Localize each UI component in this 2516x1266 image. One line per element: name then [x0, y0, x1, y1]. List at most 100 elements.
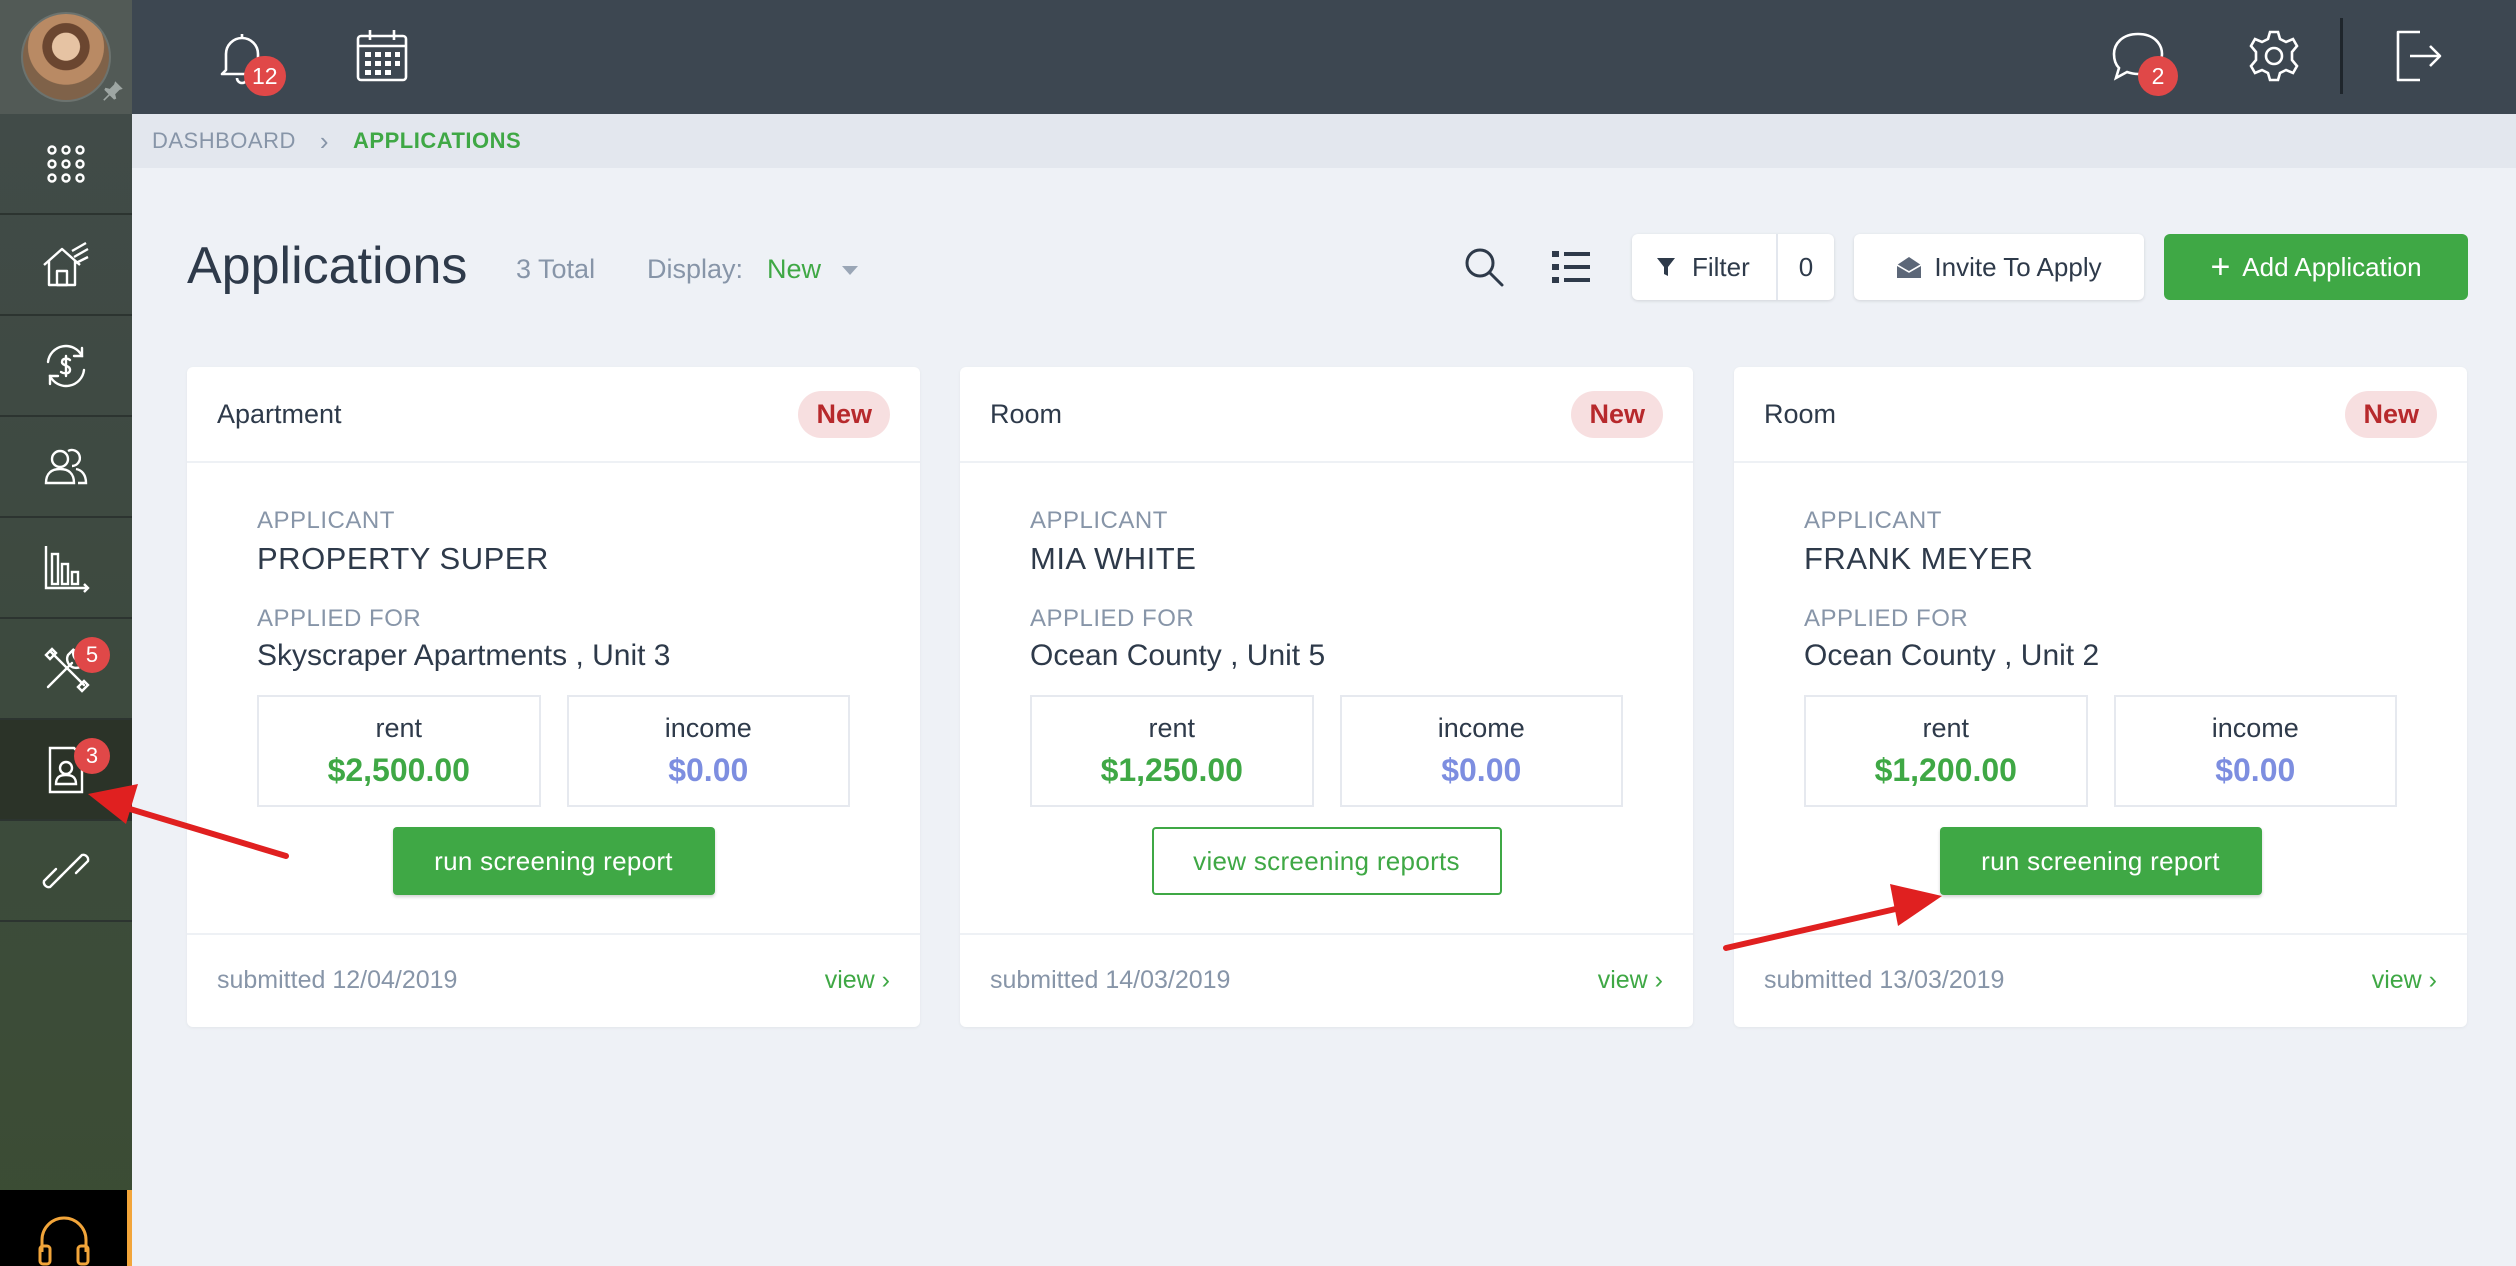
rent-label: rent — [375, 713, 423, 743]
add-application-label: Add Application — [2242, 251, 2422, 282]
view-screening-reports-button[interactable]: view screening reports — [1151, 827, 1502, 895]
sidebar-item-people[interactable] — [0, 417, 132, 518]
rent-value: $2,500.00 — [327, 752, 470, 788]
chevron-right-icon: › — [319, 125, 330, 156]
applied-for-label: APPLIED FOR — [257, 605, 422, 632]
sidebar-item-payments[interactable] — [0, 316, 132, 417]
status-badge: New — [1571, 390, 1663, 438]
sidebar-item-maintenance[interactable]: 5 — [0, 619, 132, 720]
notifications-badge: 12 — [244, 56, 286, 96]
sidebar-item-properties[interactable] — [0, 215, 132, 316]
submitted-date: submitted 13/03/2019 — [1764, 965, 2005, 994]
display-select[interactable]: New — [767, 254, 821, 285]
apps-grid-icon — [47, 144, 85, 183]
submitted-date: submitted 12/04/2019 — [217, 965, 458, 994]
page-title: Applications — [187, 237, 468, 295]
calendar-icon[interactable] — [350, 24, 414, 88]
applied-for-label: APPLIED FOR — [1030, 605, 1195, 632]
breadcrumb-applications: APPLICATIONS — [353, 128, 522, 153]
card-type: Apartment — [217, 398, 342, 429]
add-application-button[interactable]: + Add Application — [2164, 234, 2468, 300]
topbar-divider — [2340, 18, 2343, 94]
income-stat: income $0.00 — [1339, 695, 1623, 807]
search-icon[interactable] — [1463, 246, 1505, 288]
applied-for-label: APPLIED FOR — [1804, 605, 1969, 632]
total-count: 3 Total — [516, 254, 596, 284]
applicant-label: APPLICANT — [1804, 507, 1942, 534]
support-button[interactable] — [0, 1190, 132, 1266]
logout-icon[interactable] — [2384, 24, 2448, 88]
applied-for-value: Ocean County , Unit 2 — [1804, 639, 2100, 672]
display-label: Display: — [647, 254, 744, 284]
chevron-right-icon: › — [2428, 965, 2437, 994]
view-label: view — [1597, 965, 1648, 994]
income-stat: income $0.00 — [566, 695, 850, 807]
view-label: view — [2371, 965, 2422, 994]
chevron-down-icon[interactable] — [842, 266, 858, 275]
income-value: $0.00 — [668, 752, 749, 788]
list-view-icon[interactable] — [1550, 246, 1592, 288]
applicant-label: APPLICANT — [257, 507, 395, 534]
applicant-name: PROPERTY SUPER — [257, 541, 549, 576]
messages-badge: 2 — [2138, 56, 2178, 96]
envelope-open-icon — [1897, 257, 1922, 278]
pin-icon[interactable] — [100, 78, 126, 104]
gear-icon[interactable] — [2242, 24, 2306, 88]
applicant-name: FRANK MEYER — [1804, 541, 2034, 576]
rent-value: $1,200.00 — [1874, 752, 2017, 788]
user-profile[interactable] — [0, 0, 132, 114]
sidebar-item-applications[interactable]: 3 — [0, 720, 132, 821]
income-value: $0.00 — [1441, 752, 1522, 788]
filter-label: Filter — [1692, 251, 1750, 282]
status-badge: New — [798, 390, 890, 438]
sidebar: 5 3 — [0, 0, 132, 1266]
card-type: Room — [990, 398, 1063, 429]
income-value: $0.00 — [2215, 752, 2296, 788]
run-screening-report-button[interactable]: run screening report — [392, 827, 715, 895]
breadcrumb-dashboard[interactable]: DASHBOARD — [152, 128, 296, 154]
invite-to-apply-button[interactable]: Invite To Apply — [1854, 234, 2144, 300]
reports-chart-icon — [44, 545, 90, 593]
run-screening-report-button[interactable]: run screening report — [1939, 827, 2262, 895]
view-link[interactable]: view › — [825, 966, 890, 995]
income-stat: income $0.00 — [2113, 695, 2397, 807]
rent-stat: rent $2,500.00 — [257, 695, 541, 807]
view-link[interactable]: view › — [2372, 966, 2437, 995]
property-house-icon — [43, 241, 89, 286]
sidebar-item-integrations[interactable] — [0, 821, 132, 922]
link-icon — [42, 853, 90, 888]
submitted-date: submitted 14/03/2019 — [990, 965, 1231, 994]
filter-count: 0 — [1798, 251, 1814, 282]
people-icon — [44, 448, 88, 484]
payments-cycle-icon — [46, 344, 86, 387]
application-card: Apartment New APPLICANT PROPERTY SUPER A… — [187, 367, 920, 1027]
sidebar-item-reports[interactable] — [0, 518, 132, 619]
view-link[interactable]: view › — [1598, 966, 1663, 995]
rent-label: rent — [1148, 713, 1196, 743]
rent-stat: rent $1,200.00 — [1804, 695, 2088, 807]
rent-value: $1,250.00 — [1100, 752, 1243, 788]
support-headset-icon — [38, 1216, 89, 1266]
chevron-right-icon: › — [1654, 965, 1663, 994]
top-bar: 12 2 — [132, 0, 2516, 114]
sidebar-item-apps[interactable] — [0, 114, 132, 215]
income-label: income — [2211, 713, 2299, 743]
chevron-right-icon: › — [881, 965, 890, 994]
status-badge: New — [2345, 390, 2437, 438]
applicant-name: MIA WHITE — [1030, 541, 1197, 576]
applications-badge: 3 — [74, 738, 110, 774]
filter-button[interactable]: Filter 0 — [1632, 234, 1834, 300]
income-label: income — [664, 713, 752, 743]
application-card: Room New APPLICANT FRANK MEYER APPLIED F… — [1734, 367, 2467, 1027]
breadcrumb: DASHBOARD › APPLICATIONS — [132, 114, 2516, 168]
avatar[interactable] — [21, 12, 111, 102]
application-card: Room New APPLICANT MIA WHITE APPLIED FOR… — [960, 367, 1693, 1027]
invite-label: Invite To Apply — [1934, 251, 2102, 282]
plus-icon: + — [2210, 248, 2231, 286]
filter-icon — [1657, 258, 1675, 276]
view-label: view — [824, 965, 875, 994]
maintenance-badge: 5 — [74, 637, 110, 673]
applied-for-value: Skyscraper Apartments , Unit 3 — [257, 639, 671, 672]
applied-for-value: Ocean County , Unit 5 — [1030, 639, 1326, 672]
rent-stat: rent $1,250.00 — [1030, 695, 1314, 807]
